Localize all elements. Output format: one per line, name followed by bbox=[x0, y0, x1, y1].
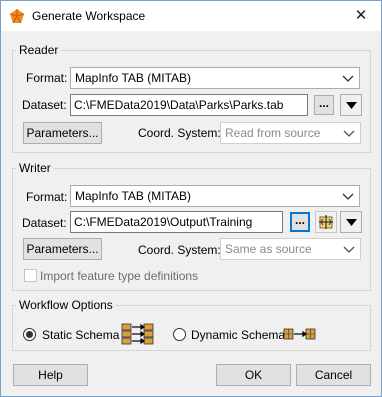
folder-settings-icon bbox=[319, 215, 333, 229]
reader-coord-value: Read from source bbox=[225, 126, 321, 140]
help-button[interactable]: Help bbox=[13, 364, 88, 386]
close-icon: ✕ bbox=[354, 7, 368, 24]
dropdown-arrow-icon bbox=[346, 219, 357, 226]
title-bar: Generate Workspace ✕ bbox=[1, 1, 381, 31]
import-feature-types-checkbox[interactable] bbox=[24, 269, 37, 282]
writer-coord-label: Coord. System: bbox=[138, 243, 221, 257]
dynamic-schema-label: Dynamic Schema bbox=[191, 328, 286, 342]
reader-browse-button[interactable]: ... bbox=[314, 95, 334, 115]
reader-coord-select[interactable]: Read from source bbox=[220, 122, 361, 144]
writer-dataset-input[interactable]: C:\FMEData2019\Output\Training bbox=[70, 211, 283, 233]
generate-workspace-dialog: Generate Workspace ✕ Reader Format: MapI… bbox=[0, 0, 382, 397]
dropdown-arrow-icon bbox=[346, 102, 357, 109]
window-title: Generate Workspace bbox=[32, 9, 146, 23]
writer-options-button[interactable] bbox=[315, 211, 337, 233]
chevron-down-icon bbox=[342, 75, 354, 82]
close-button[interactable]: ✕ bbox=[347, 5, 375, 27]
writer-coord-select[interactable]: Same as source bbox=[220, 238, 361, 260]
writer-format-label: Format: bbox=[26, 190, 68, 204]
reader-dataset-label: Dataset: bbox=[22, 98, 67, 112]
reader-parameters-button[interactable]: Parameters... bbox=[23, 122, 102, 144]
chevron-down-icon bbox=[343, 246, 355, 253]
static-schema-label: Static Schema bbox=[42, 328, 120, 342]
reader-dataset-menu-button[interactable] bbox=[340, 94, 362, 116]
ok-button[interactable]: OK bbox=[216, 364, 291, 386]
reader-format-select[interactable]: MapInfo TAB (MITAB) bbox=[70, 67, 360, 89]
writer-group-label: Writer bbox=[19, 161, 51, 175]
writer-browse-button[interactable]: ... bbox=[290, 212, 310, 232]
reader-dataset-input[interactable]: C:\FMEData2019\Data\Parks\Parks.tab bbox=[70, 94, 308, 116]
static-schema-icon bbox=[121, 323, 154, 345]
reader-coord-label: Coord. System: bbox=[138, 126, 221, 140]
chevron-down-icon bbox=[342, 193, 354, 200]
workflow-options-group: Workflow Options bbox=[12, 298, 371, 351]
writer-coord-value: Same as source bbox=[225, 242, 312, 256]
workflow-options-label: Workflow Options bbox=[19, 298, 113, 312]
fme-app-icon bbox=[9, 9, 25, 24]
chevron-down-icon bbox=[343, 130, 355, 137]
cancel-button[interactable]: Cancel bbox=[296, 364, 371, 386]
writer-dataset-label: Dataset: bbox=[22, 216, 67, 230]
dynamic-schema-radio[interactable] bbox=[173, 328, 186, 341]
reader-format-value: MapInfo TAB (MITAB) bbox=[75, 71, 192, 85]
writer-dataset-menu-button[interactable] bbox=[340, 211, 362, 233]
writer-format-select[interactable]: MapInfo TAB (MITAB) bbox=[70, 185, 360, 207]
dynamic-schema-icon bbox=[283, 328, 316, 340]
writer-parameters-button[interactable]: Parameters... bbox=[23, 238, 102, 260]
reader-group-label: Reader bbox=[19, 43, 59, 57]
import-feature-types-label: Import feature type definitions bbox=[40, 269, 199, 283]
static-schema-radio[interactable] bbox=[23, 328, 36, 341]
reader-format-label: Format: bbox=[26, 71, 68, 85]
writer-format-value: MapInfo TAB (MITAB) bbox=[75, 189, 192, 203]
